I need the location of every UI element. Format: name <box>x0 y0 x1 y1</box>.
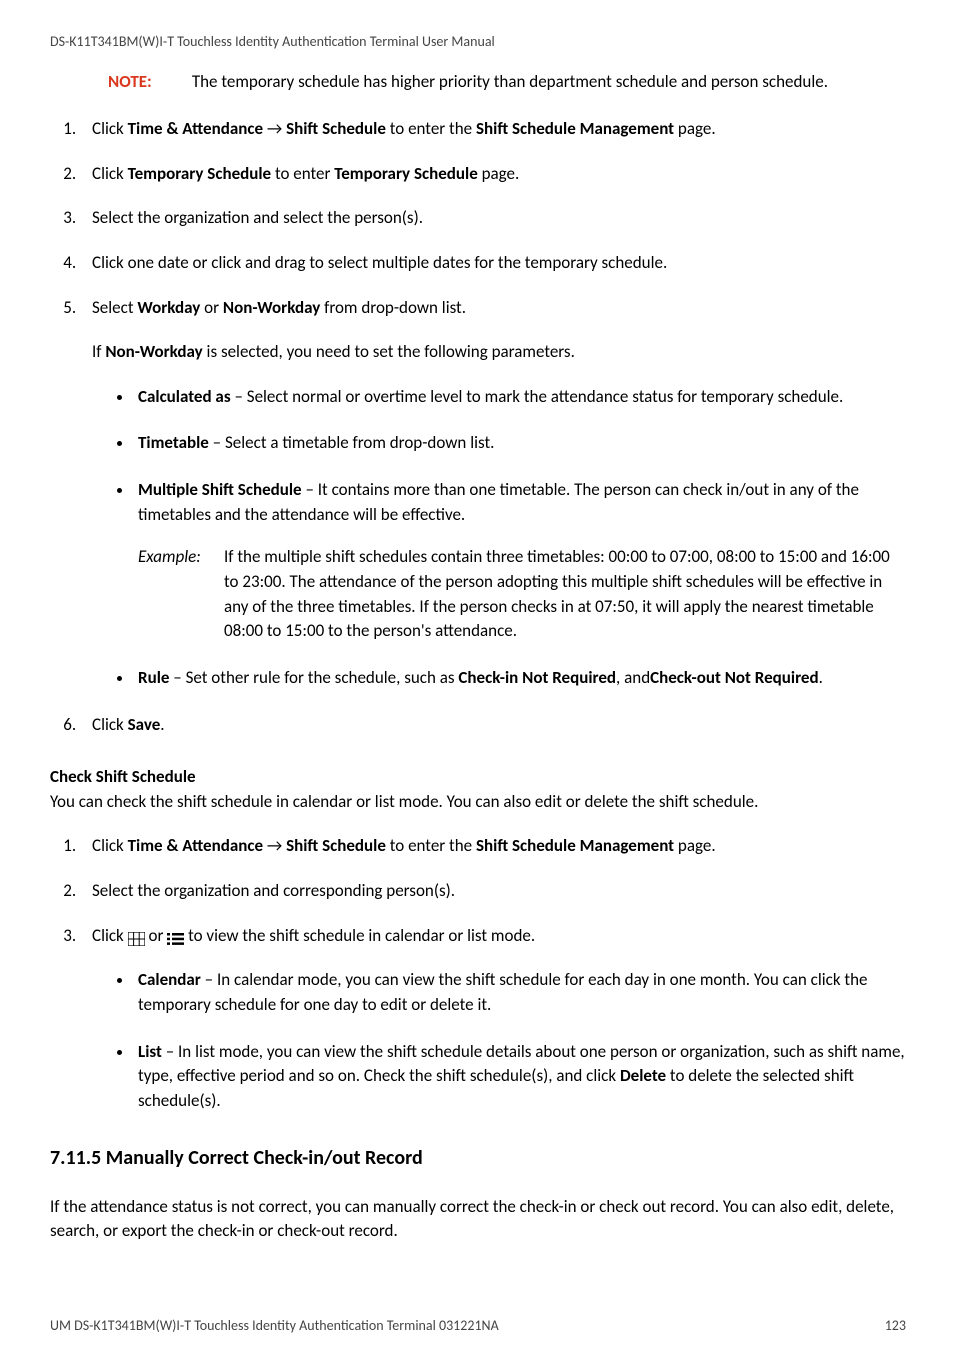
text: to enter <box>271 163 334 184</box>
note-label: NOTE: <box>108 70 188 95</box>
text: – Select a timetable from drop-down list… <box>209 432 495 453</box>
text: Select <box>92 297 137 318</box>
step2-2: Select the organization and correspondin… <box>80 879 906 904</box>
sub-bullets-2: Calendar – In calendar mode, you can vie… <box>92 968 906 1113</box>
bold: Calculated as <box>138 386 231 407</box>
note-text: The temporary schedule has higher priori… <box>192 71 828 92</box>
text: – Set other rule for the schedule, such … <box>169 667 458 688</box>
bullet-rule: Rule – Set other rule for the schedule, … <box>134 666 906 691</box>
note-block: NOTE: The temporary schedule has higher … <box>108 70 906 95</box>
step-1: Click Time & Attendance → Shift Schedule… <box>80 117 906 142</box>
calendar-grid-icon <box>128 929 145 943</box>
text: page. <box>478 163 520 184</box>
text: is selected, you need to set the followi… <box>203 341 575 362</box>
list-view-icon <box>167 929 184 943</box>
example-block: Example: If the multiple shift schedules… <box>138 545 906 644</box>
bold: Save <box>128 714 161 735</box>
bullet-calculated-as: Calculated as – Select normal or overtim… <box>134 385 906 410</box>
text: from drop-down list. <box>320 297 466 318</box>
check-shift-desc: You can check the shift schedule in cale… <box>50 790 906 815</box>
text: If <box>92 341 105 362</box>
bold: Rule <box>138 667 169 688</box>
text: Click <box>92 925 128 946</box>
text: Click <box>92 163 128 184</box>
step-5-subtext: If Non-Workday is selected, you need to … <box>92 340 906 365</box>
step-2: Click Temporary Schedule to enter Tempor… <box>80 162 906 187</box>
step-4: Click one date or click and drag to sele… <box>80 251 906 276</box>
text: page. <box>674 835 716 856</box>
footer-page-number: 123 <box>885 1316 906 1336</box>
bullet-list-mode: List – In list mode, you can view the sh… <box>134 1040 906 1114</box>
bold: Delete <box>620 1065 666 1086</box>
bold: Temporary Schedule <box>128 163 271 184</box>
arrow: → <box>263 118 286 139</box>
step2-3: Click or to view the shift schedule in c… <box>80 924 906 1114</box>
bold: Check-out Not Required <box>650 667 818 688</box>
bold: Temporary Schedule <box>334 163 477 184</box>
page-header: DS-K11T341BM(W)I-T Touchless Identity Au… <box>50 32 906 52</box>
bold: Non-Workday <box>105 341 202 362</box>
steps-list-2: Click Time & Attendance → Shift Schedule… <box>50 834 906 1113</box>
check-shift-title: Check Shift Schedule <box>50 765 906 790</box>
steps-list-1: Click Time & Attendance → Shift Schedule… <box>50 117 906 737</box>
bold: Shift Schedule Management <box>476 118 674 139</box>
bold: Non-Workday <box>223 297 320 318</box>
text: . <box>819 667 823 688</box>
bold: Calendar <box>138 969 201 990</box>
bold: Shift Schedule Management <box>476 835 674 856</box>
bullet-multiple-shift: Multiple Shift Schedule – It contains mo… <box>134 478 906 644</box>
text: Click <box>92 714 128 735</box>
bold: Shift Schedule <box>286 835 386 856</box>
text: page. <box>674 118 716 139</box>
text: Click <box>92 118 128 139</box>
step-6: Click Save. <box>80 713 906 738</box>
bold: Check-in Not Required <box>458 667 616 688</box>
bold: List <box>138 1041 162 1062</box>
step-5: Select Workday or Non-Workday from drop-… <box>80 296 906 691</box>
arrow: → <box>263 835 286 856</box>
bold: Timetable <box>138 432 209 453</box>
step-3: Select the organization and select the p… <box>80 206 906 231</box>
section-heading-desc: If the attendance status is not correct,… <box>50 1195 906 1244</box>
bold: Shift Schedule <box>286 118 386 139</box>
sub-bullets-1: Calculated as – Select normal or overtim… <box>92 385 906 691</box>
bold: Time & Attendance <box>128 118 263 139</box>
text: , and <box>616 667 650 688</box>
bold: Time & Attendance <box>128 835 263 856</box>
example-text: If the multiple shift schedules contain … <box>224 545 906 644</box>
text: or <box>148 925 167 946</box>
example-label: Example: <box>138 545 224 644</box>
text: or <box>200 297 223 318</box>
text: Click <box>92 835 128 856</box>
text: to view the shift schedule in calendar o… <box>188 925 535 946</box>
page-footer: UM DS-K1T341BM(W)I-T Touchless Identity … <box>50 1316 906 1336</box>
bold: Multiple Shift Schedule <box>138 479 302 500</box>
bold: Workday <box>137 297 200 318</box>
footer-left: UM DS-K1T341BM(W)I-T Touchless Identity … <box>50 1316 499 1336</box>
text: to enter the <box>386 118 476 139</box>
section-heading: 7.11.5 Manually Correct Check-in/out Rec… <box>50 1144 906 1173</box>
text: . <box>160 714 164 735</box>
text: – Select normal or overtime level to mar… <box>231 386 844 407</box>
bullet-calendar-mode: Calendar – In calendar mode, you can vie… <box>134 968 906 1017</box>
text: to enter the <box>386 835 476 856</box>
bullet-timetable: Timetable – Select a timetable from drop… <box>134 431 906 456</box>
text: – In calendar mode, you can view the shi… <box>138 969 867 1015</box>
step2-1: Click Time & Attendance → Shift Schedule… <box>80 834 906 859</box>
